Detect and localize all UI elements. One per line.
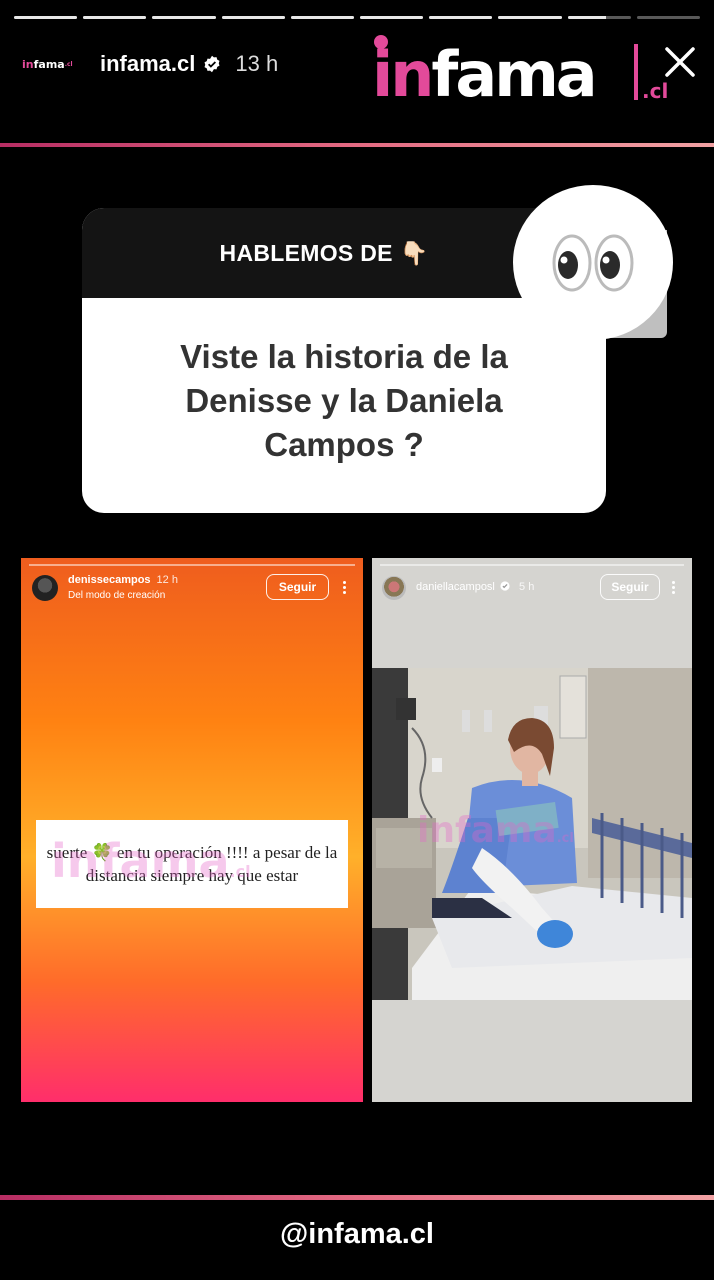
right-story-time: 5 h: [519, 581, 535, 593]
progress-segment: [498, 16, 562, 19]
left-story-screenshot: denissecampos 12 h Del modo de creación S…: [21, 558, 363, 1102]
eyes-emoji-graphic: [552, 234, 634, 291]
left-story-user-line: denissecampos 12 h: [68, 574, 178, 586]
right-watermark-tld: .cl: [556, 831, 574, 846]
big-logo-brand-part1: in: [372, 38, 431, 110]
mini-logo-tld: .cl: [64, 60, 73, 68]
progress-segment: [636, 16, 701, 19]
progress-segment: [14, 16, 78, 19]
left-follow-button[interactable]: Seguir: [266, 574, 329, 600]
verified-badge-icon: [500, 581, 510, 591]
story-progress-bar: [14, 16, 701, 19]
progress-segment: [360, 16, 424, 19]
question-card-title: HABLEMOS DE 👇🏻: [219, 239, 429, 266]
left-story-username: denissecampos: [68, 574, 151, 586]
infama-logo: infama .cl: [372, 35, 668, 110]
svg-text:infama: infama: [372, 38, 595, 110]
mini-logo-brand: infama: [22, 57, 65, 71]
left-story-avatar: [32, 575, 58, 601]
story-time: 13 h: [235, 51, 279, 76]
left-story-progress: [29, 564, 355, 566]
progress-segment: [83, 16, 147, 19]
right-story-progress: [380, 564, 684, 566]
right-story-user-line: daniellacamposl 5 h: [416, 581, 534, 593]
more-options-icon[interactable]: [668, 575, 678, 599]
progress-segment: [567, 16, 631, 19]
progress-segment: [429, 16, 493, 19]
progress-segment: [152, 16, 216, 19]
left-watermark-brand: infama: [51, 834, 230, 888]
right-story-username: daniellacamposl: [416, 581, 495, 593]
progress-segment: [290, 16, 355, 19]
bottom-divider: [0, 1195, 714, 1200]
right-story-screenshot: daniellacamposl 5 h Seguir infama.cl: [372, 558, 692, 1102]
story-header: infama .cl infama.cl 13 h: [22, 44, 278, 84]
top-divider: [0, 143, 714, 147]
question-text: Viste la historia de la Denisse y la Dan…: [180, 337, 508, 463]
close-icon[interactable]: [662, 44, 698, 80]
eyes-emoji-icon: [513, 185, 673, 340]
right-follow-button[interactable]: Seguir: [600, 574, 660, 600]
account-username[interactable]: infama.cl: [100, 51, 195, 77]
verified-badge-icon: [204, 55, 220, 73]
left-watermark-tld: .cl: [229, 862, 251, 881]
right-story-avatar: [382, 576, 406, 600]
right-watermark-brand: infama: [417, 810, 557, 851]
question-card-body: Viste la historia de la Denisse y la Dan…: [82, 298, 606, 513]
left-story-subtitle: Del modo de creación: [68, 590, 166, 601]
big-logo-brand-part2: fama: [431, 38, 594, 110]
more-options-icon[interactable]: [339, 575, 349, 599]
footer-handle[interactable]: @infama.cl: [0, 1218, 714, 1251]
account-avatar[interactable]: infama .cl: [22, 46, 78, 82]
big-logo-tld: .cl: [642, 79, 668, 103]
left-watermark: infama.cl: [51, 834, 251, 888]
right-watermark: infama.cl: [417, 810, 574, 851]
left-story-time: 12 h: [156, 574, 178, 586]
progress-segment: [221, 16, 285, 19]
